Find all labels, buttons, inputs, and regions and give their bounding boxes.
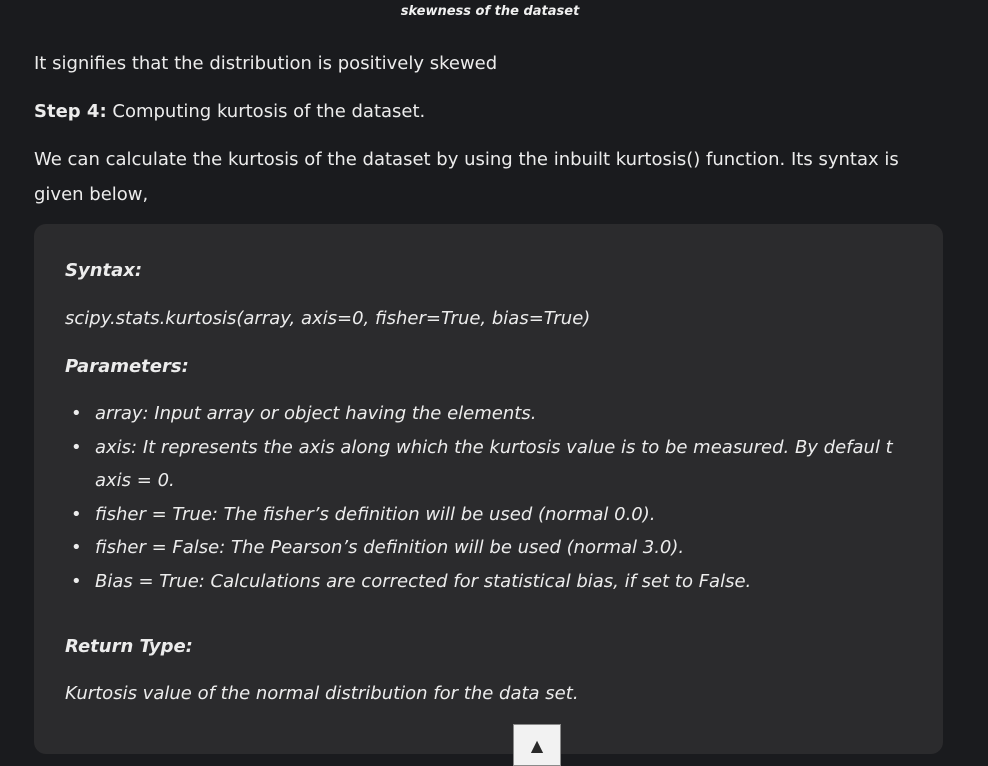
bullet-icon: • (71, 537, 82, 558)
parameter-text: array: Input array or object having the … (95, 403, 537, 424)
syntax-code-line: scipy.stats.kurtosis(array, axis=0, fish… (65, 308, 591, 329)
parameter-item: • fisher = False: The Pearson’s definitio… (65, 531, 925, 565)
bullet-icon: • (71, 403, 82, 424)
return-type-heading: Return Type: (65, 636, 193, 657)
parameters-list: • array: Input array or object having the… (65, 397, 925, 598)
parameter-item: • axis: It represents the axis along whic… (65, 431, 925, 498)
parameter-text: fisher = True: The fisher’s definition w… (95, 503, 656, 525)
paragraph-kurtosis-intro: We can calculate the kurtosis of the dat… (34, 149, 899, 205)
image-caption: skewness of the dataset (400, 4, 580, 19)
parameter-item: • fisher = True: The fisher’s definition … (65, 498, 925, 532)
parameter-item: • array: Input array or object having the… (65, 397, 925, 431)
step-4-heading: Step 4: Computing kurtosis of the datase… (34, 94, 952, 129)
step-label: Step 4: (34, 101, 107, 122)
paragraph-skew-conclusion: It signifies that the distribution is po… (34, 53, 498, 74)
bullet-icon: • (71, 436, 82, 458)
parameters-heading: Parameters: (65, 356, 189, 377)
syntax-heading: Syntax: (65, 260, 143, 281)
bullet-icon: • (71, 503, 82, 525)
parameter-text: Bias = True: Calculations are corrected … (95, 570, 752, 592)
bullet-icon: • (71, 570, 82, 592)
syntax-box: Syntax: scipy.stats.kurtosis(array, axis… (34, 224, 943, 754)
parameter-item: • Bias = True: Calculations are corrected… (65, 565, 925, 599)
return-type-text: Kurtosis value of the normal distributio… (65, 683, 579, 704)
parameter-text: axis: It represents the axis along which… (95, 436, 893, 492)
scroll-to-top-button[interactable]: ▲ (513, 724, 561, 766)
up-triangle-icon: ▲ (530, 735, 544, 755)
step-text: Computing kurtosis of the dataset. (106, 101, 426, 122)
parameter-text: fisher = False: The Pearson’s definition… (95, 537, 685, 558)
